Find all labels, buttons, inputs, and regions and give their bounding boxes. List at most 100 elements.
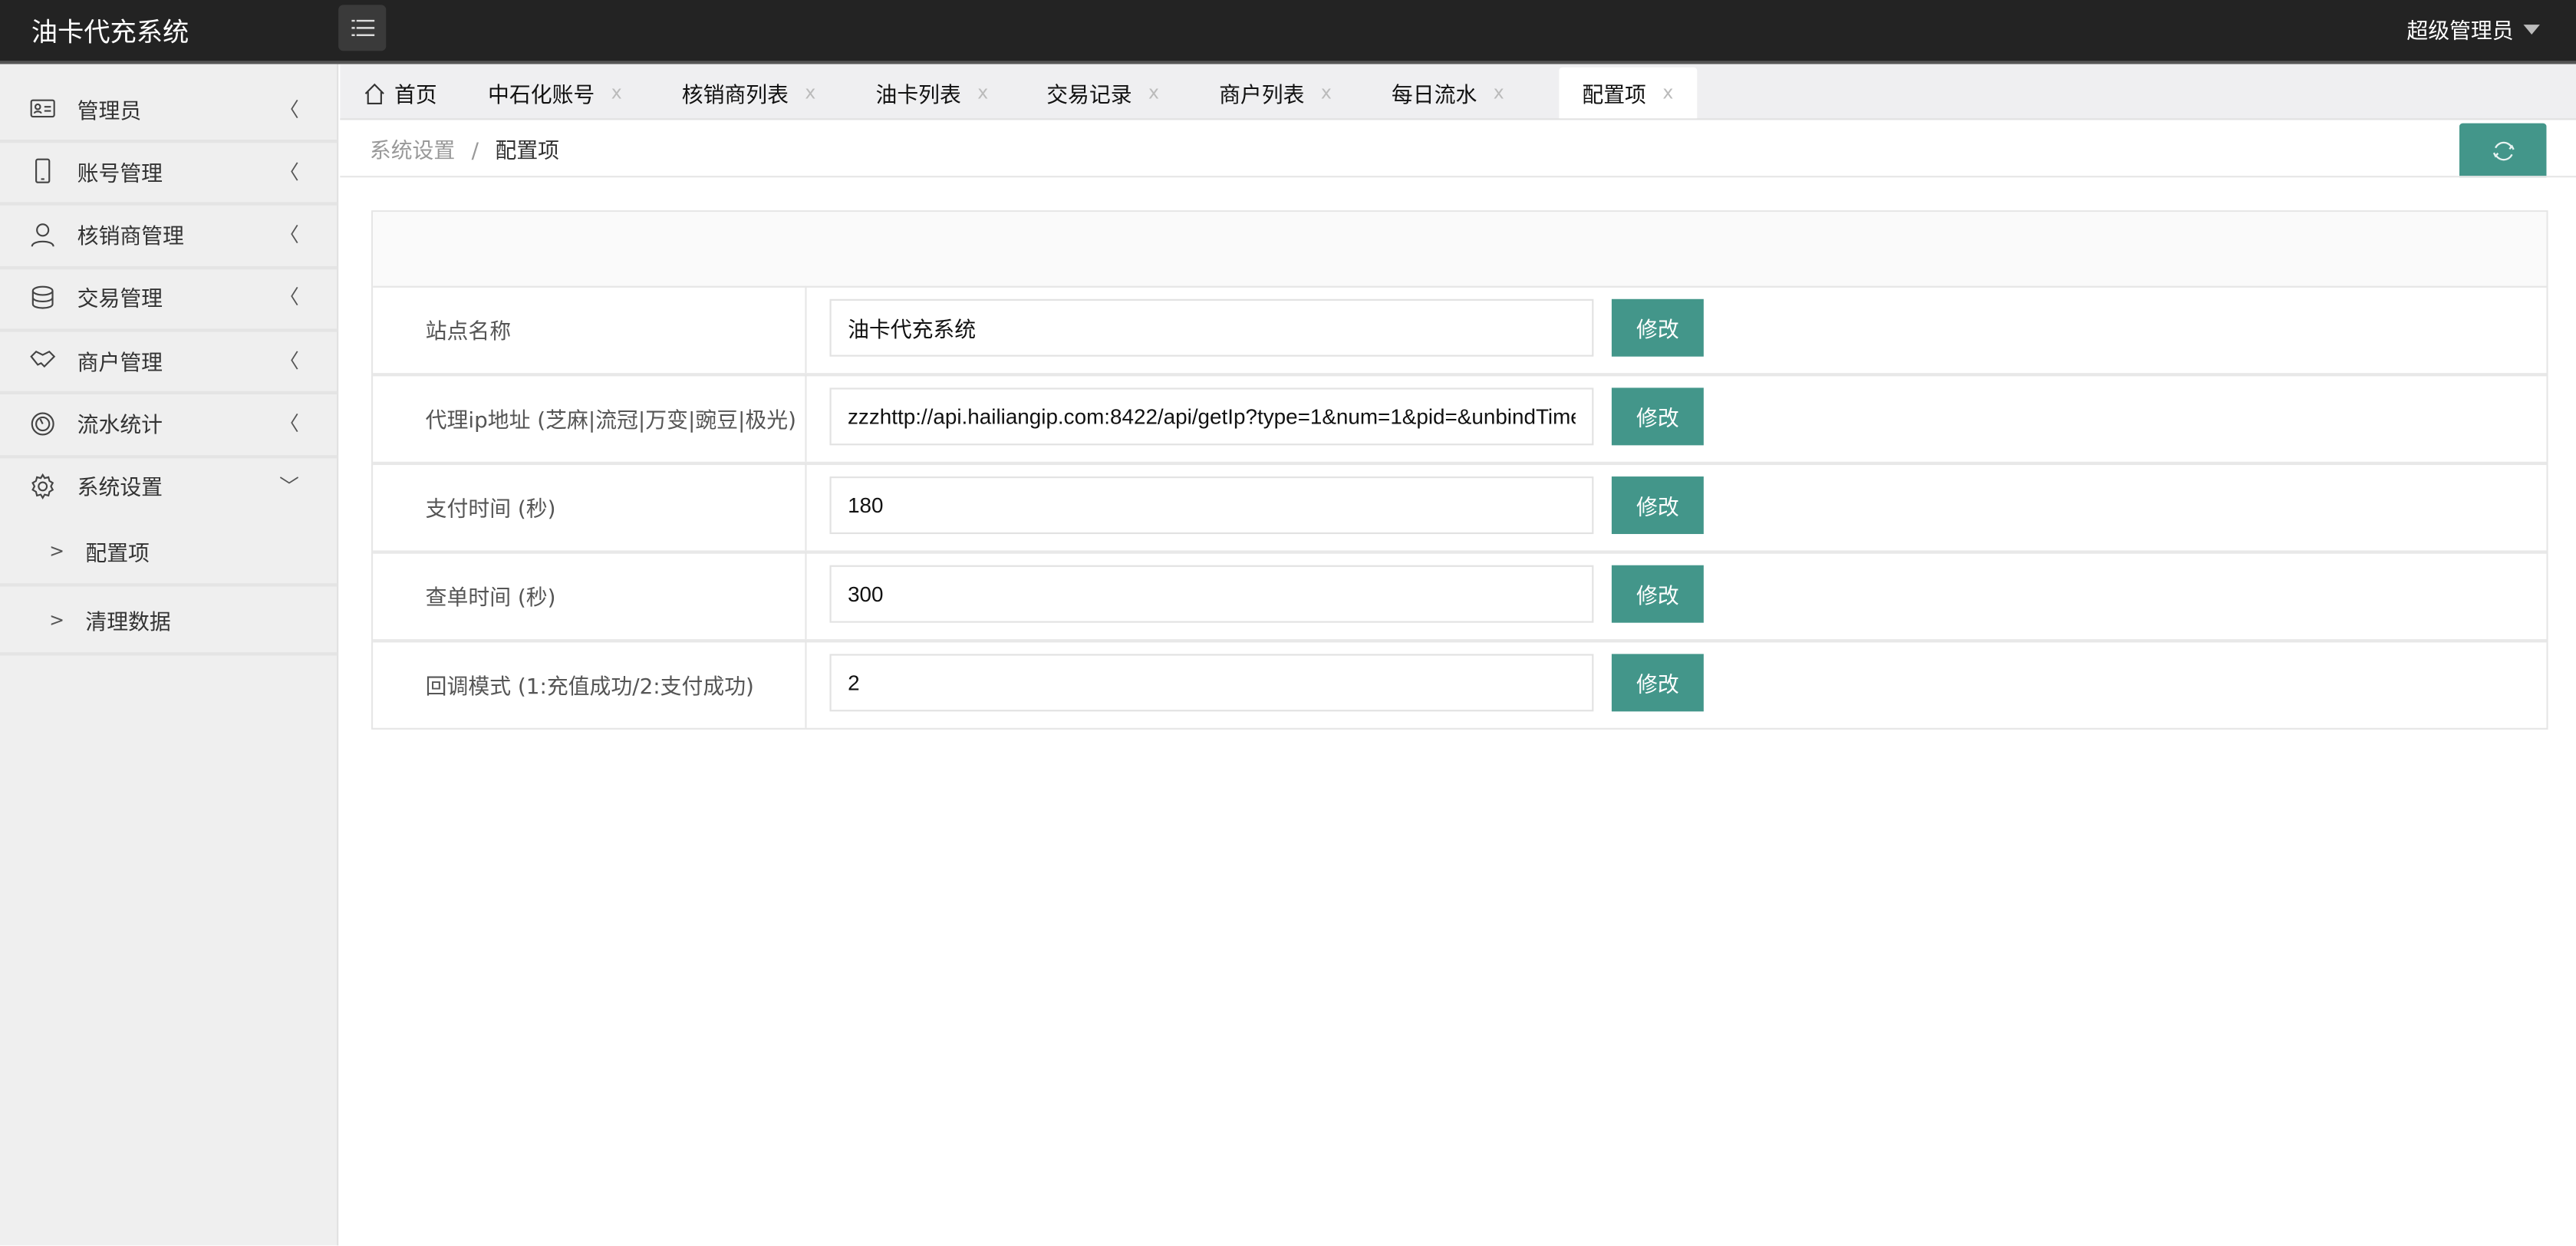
refresh-icon [2492,140,2514,160]
menu-toggle-button[interactable] [338,5,387,51]
sidebar-item-2[interactable]: 核销商管理 〈 [0,203,338,269]
config-label-cell: 支付时间 (秒) [373,463,807,551]
breadcrumb-current: 配置项 [495,140,560,165]
tab-label: 油卡列表 [875,84,961,109]
config-row: 支付时间 (秒) 修改 [373,463,2547,554]
config-value-input[interactable] [829,387,1594,446]
user-name: 超级管理员 [2406,19,2514,44]
config-label-cell: 站点名称 [373,285,807,374]
chevron-left-icon: 〈 [279,286,299,310]
config-label: 回调模式 (1:充值成功/2:支付成功) [425,675,754,700]
config-row: 站点名称 修改 [373,285,2547,377]
tab-3[interactable]: 油卡列表 x [875,68,988,118]
close-icon[interactable]: x [1321,82,1332,104]
sidebar-item-1[interactable]: 账号管理 〈 [0,140,338,206]
config-value-input[interactable] [829,654,1594,712]
chevron-left-icon: 〈 [279,412,299,436]
config-label: 站点名称 [425,320,512,345]
tab-2[interactable]: 核销商列表 x [682,68,816,118]
top-header: 油卡代充系统 超级管理员 [0,0,2576,64]
list-icon [351,19,374,37]
refresh-button[interactable] [2459,123,2547,178]
tab-label: 商户列表 [1219,84,1305,109]
config-panel: 站点名称修改代理ip地址 (芝麻|流冠|万变|豌豆|极光)修改支付时间 (秒)修… [371,210,2548,730]
config-row: 查单时间 (秒) 修改 [373,552,2547,643]
edit-button[interactable]: 修改 [1611,565,1704,623]
chevron-right-icon: > [49,608,64,631]
breadcrumb-separator: / [471,140,479,165]
sidebar-item-label: 商户管理 [77,351,163,376]
sidebar-subitem-0[interactable]: > 配置项 [0,518,338,587]
caret-down-icon [2523,24,2540,34]
close-icon[interactable]: x [805,82,815,104]
chevron-left-icon: 〈 [279,97,299,121]
chevron-down-icon: ﹀ [279,475,299,499]
close-icon[interactable]: x [1662,82,1673,104]
edit-button[interactable]: 修改 [1611,476,1704,535]
app-title: 油卡代充系统 [31,16,189,48]
config-row: 代理ip地址 (芝麻|流冠|万变|豌豆|极光) 修改 [373,374,2547,466]
id-card-icon [30,99,55,118]
chevron-left-icon: 〈 [279,349,299,373]
sidebar-item-3[interactable]: 交易管理 〈 [0,266,338,332]
config-label-cell: 回调模式 (1:充值成功/2:支付成功) [373,641,807,728]
close-icon[interactable]: x [1494,82,1504,104]
chevron-left-icon: 〈 [279,160,299,184]
tab-1[interactable]: 中石化账号 x [488,68,622,118]
config-label-cell: 查单时间 (秒) [373,552,807,640]
sidebar-subitem-label: 清理数据 [85,610,171,635]
home-icon [364,82,384,104]
sidebar-item-label: 核销商管理 [77,225,184,250]
database-icon [31,285,54,309]
gear-icon [31,473,54,499]
sidebar-item-5[interactable]: 流水统计 〈 [0,392,338,458]
edit-button[interactable]: 修改 [1611,387,1704,446]
config-value-input[interactable] [829,476,1594,535]
dashboard-icon [31,411,54,435]
sidebar-item-0[interactable]: 管理员 〈 [0,77,338,143]
divider [340,176,2576,178]
sidebar: 管理员〈账号管理〈核销商管理〈交易管理〈商户管理〈流水统计〈系统设置 ﹀ > 配置项 >… [0,64,339,1246]
tab-label: 每日流水 [1391,84,1477,109]
sidebar-item-label: 流水统计 [77,414,163,439]
config-row: 回调模式 (1:充值成功/2:支付成功) 修改 [373,641,2546,728]
edit-button[interactable]: 修改 [1611,654,1704,712]
phone-icon [35,159,51,184]
tab-label: 核销商列表 [681,84,789,109]
panel-header [373,212,2547,288]
tab-0[interactable]: 首页 [363,68,437,118]
user-menu[interactable]: 超级管理员 [2406,13,2540,44]
breadcrumb-parent[interactable]: 系统设置 [370,140,455,164]
sidebar-item-4[interactable]: 商户管理 〈 [0,329,338,395]
sidebar-item-6[interactable]: 系统设置 ﹀ [0,455,337,517]
tab-bar: 首页 中石化账号 x 核销商列表 x 油卡列表 x 交易记录 x 商户列表 x 每日流水 x 配置项 x [340,64,2576,120]
sidebar-item-label: 系统设置 [77,476,163,502]
sidebar-item-label: 管理员 [77,99,142,124]
tab-label: 配置项 [1582,84,1646,109]
close-icon[interactable]: x [611,82,622,104]
config-label: 查单时间 (秒) [425,586,556,611]
tab-label: 交易记录 [1046,84,1132,109]
config-value-input[interactable] [829,565,1594,623]
config-label: 代理ip地址 (芝麻|流冠|万变|豌豆|极光) [425,409,796,434]
user-icon [31,222,54,246]
config-label: 支付时间 (秒) [425,497,556,523]
tab-4[interactable]: 交易记录 x [1046,68,1159,118]
tab-5[interactable]: 商户列表 x [1219,68,1332,118]
tab-label: 首页 [394,84,437,109]
close-icon[interactable]: x [977,82,988,104]
breadcrumb: 系统设置 / 配置项 [370,133,559,164]
handshake-icon [30,351,56,368]
tab-7[interactable]: 配置项 x [1559,67,1697,119]
config-label-cell: 代理ip地址 (芝麻|流冠|万变|豌豆|极光) [373,374,807,462]
chevron-right-icon: > [49,539,64,562]
sidebar-item-label: 交易管理 [77,288,163,313]
sidebar-subitem-1[interactable]: > 清理数据 [0,587,338,656]
sidebar-item-label: 账号管理 [77,162,163,187]
tab-6[interactable]: 每日流水 x [1392,68,1504,118]
edit-button[interactable]: 修改 [1611,298,1704,357]
config-value-input[interactable] [829,298,1594,357]
close-icon[interactable]: x [1148,82,1159,104]
sidebar-subitem-label: 配置项 [85,541,150,566]
tab-label: 中石化账号 [488,84,595,109]
